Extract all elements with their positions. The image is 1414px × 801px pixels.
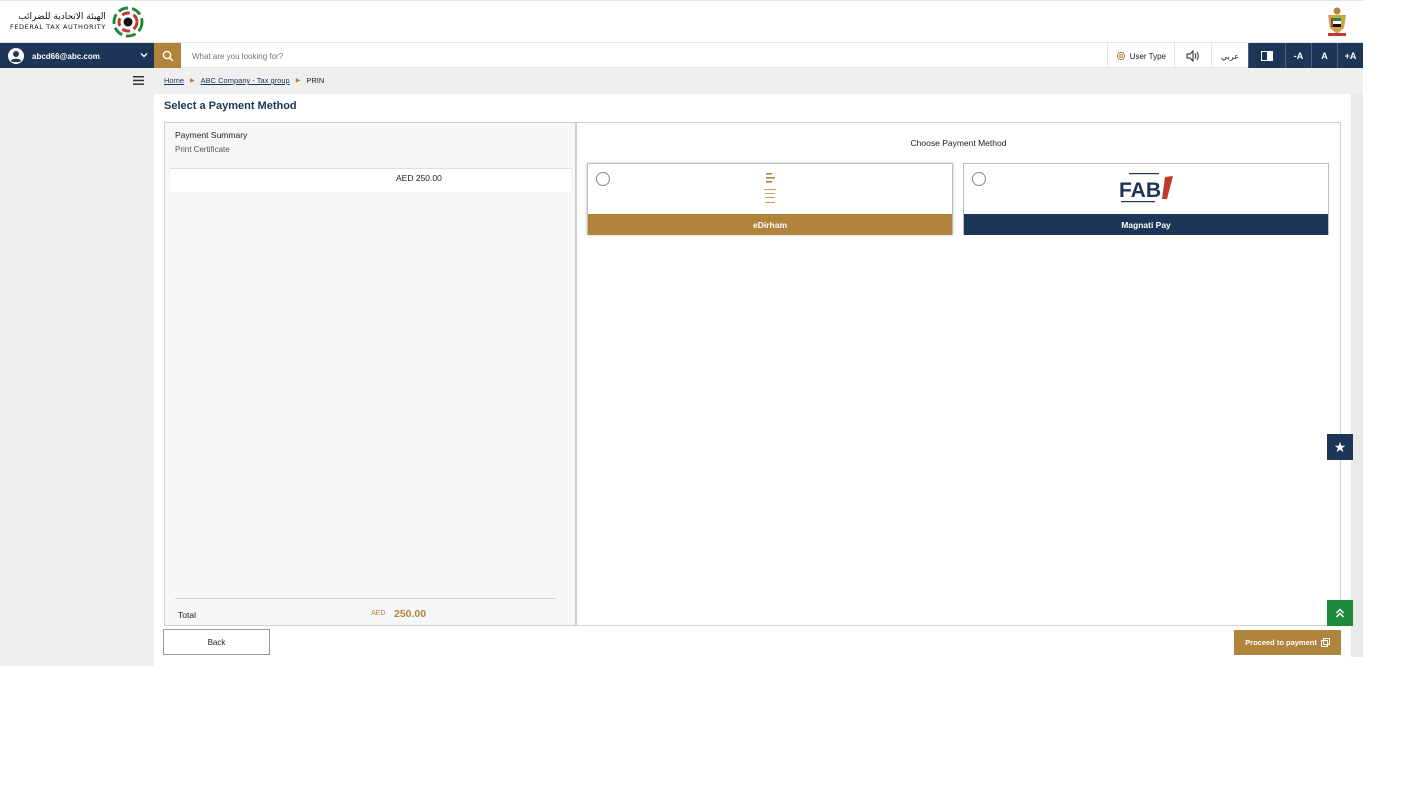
svg-text:FAB: FAB [1119, 179, 1161, 202]
breadcrumb-company-link[interactable]: ABC Company - Tax group [201, 76, 290, 85]
user-type-label: User Type [1129, 51, 1166, 61]
fta-logo[interactable]: الهيئة الاتحادية للضرائب FEDERAL TAX AUT… [10, 6, 144, 38]
summary-item-amount: AED 250.00 [396, 173, 442, 183]
font-decrease-button[interactable]: -A [1285, 43, 1311, 69]
hamburger-menu-icon[interactable] [133, 76, 144, 85]
favorites-star-button[interactable]: ★ [1327, 434, 1353, 460]
breadcrumb-current: PRIN [306, 76, 325, 85]
payment-option-edirham[interactable]: eDirham [587, 163, 953, 235]
proceed-label: Proceed to payment [1245, 638, 1317, 647]
magnati-pay-label: Magnati Pay [964, 214, 1328, 235]
summary-item-row: AED 250.00 [170, 168, 571, 192]
speaker-icon [1186, 50, 1199, 62]
page-scrollbar[interactable] [1351, 94, 1363, 657]
top-header: الهيئة الاتحادية للضرائب FEDERAL TAX AUT… [0, 0, 1363, 42]
user-avatar-icon [8, 48, 24, 64]
user-type-button[interactable]: User Type [1106, 43, 1174, 69]
page: الهيئة الاتحادية للضرائب FEDERAL TAX AUT… [0, 0, 1414, 801]
payment-option-magnati-pay[interactable]: FAB Magnati Pay [963, 163, 1329, 235]
contrast-toggle[interactable] [1248, 43, 1285, 69]
breadcrumb-home-link[interactable]: Home [164, 76, 184, 85]
uae-emblem-icon [1328, 7, 1346, 36]
audio-button[interactable] [1174, 43, 1211, 69]
double-chevron-up-icon [1335, 608, 1345, 618]
edirham-logo-icon [764, 173, 776, 203]
nav-tools: User Type عربي -A A +A [1106, 43, 1363, 69]
font-normal-button[interactable]: A [1311, 43, 1337, 69]
contrast-icon [1261, 51, 1273, 61]
summary-item-name: Print Certificate [175, 145, 230, 154]
breadcrumb-bar: Home ▶ ABC Company - Tax group ▶ PRIN [0, 68, 1363, 94]
search-input[interactable] [186, 43, 886, 69]
total-amount: 250.00 [394, 608, 427, 620]
breadcrumb-separator-icon: ▶ [295, 78, 301, 84]
search-button[interactable] [154, 43, 181, 69]
side-panel [0, 94, 154, 666]
edirham-radio[interactable] [596, 172, 610, 186]
total-label: Total [178, 610, 196, 620]
payment-summary-panel: Payment Summary Print Certificate AED 25… [164, 122, 576, 626]
back-button[interactable]: Back [163, 629, 270, 655]
magnati-pay-radio[interactable] [972, 172, 986, 186]
methods-title: Choose Payment Method [910, 138, 1007, 148]
fab-bank-logo-icon: FAB [1119, 173, 1173, 203]
breadcrumb-separator-icon: ▶ [190, 78, 195, 84]
chevron-down-icon [140, 53, 148, 58]
fta-logo-icon [112, 6, 144, 38]
nav-bar: abcd66@abc.com User Type [0, 42, 1363, 69]
total-currency: AED [371, 610, 386, 617]
gear-icon [1116, 51, 1125, 61]
star-icon: ★ [1333, 438, 1347, 455]
logo-english-text: FEDERAL TAX AUTHORITY [10, 23, 106, 32]
payment-methods-panel: Choose Payment Method eDirham FAB Magnat… [576, 122, 1341, 626]
total-divider [175, 598, 556, 599]
language-toggle[interactable]: عربي [1211, 43, 1248, 69]
breadcrumb: Home ▶ ABC Company - Tax group ▶ PRIN [164, 76, 324, 85]
logo-arabic-text: الهيئة الاتحادية للضرائب [18, 12, 106, 23]
font-increase-button[interactable]: +A [1337, 43, 1363, 69]
edirham-label: eDirham [588, 214, 952, 235]
external-link-icon [1320, 638, 1330, 647]
scroll-to-top-button[interactable] [1327, 600, 1353, 626]
user-email: abcd66@abc.com [32, 51, 100, 61]
search-icon [162, 50, 173, 62]
proceed-to-payment-button[interactable]: Proceed to payment [1234, 630, 1341, 655]
page-title: Select a Payment Method [164, 100, 297, 112]
user-account-dropdown[interactable]: abcd66@abc.com [0, 43, 154, 69]
summary-title: Payment Summary [175, 130, 248, 140]
